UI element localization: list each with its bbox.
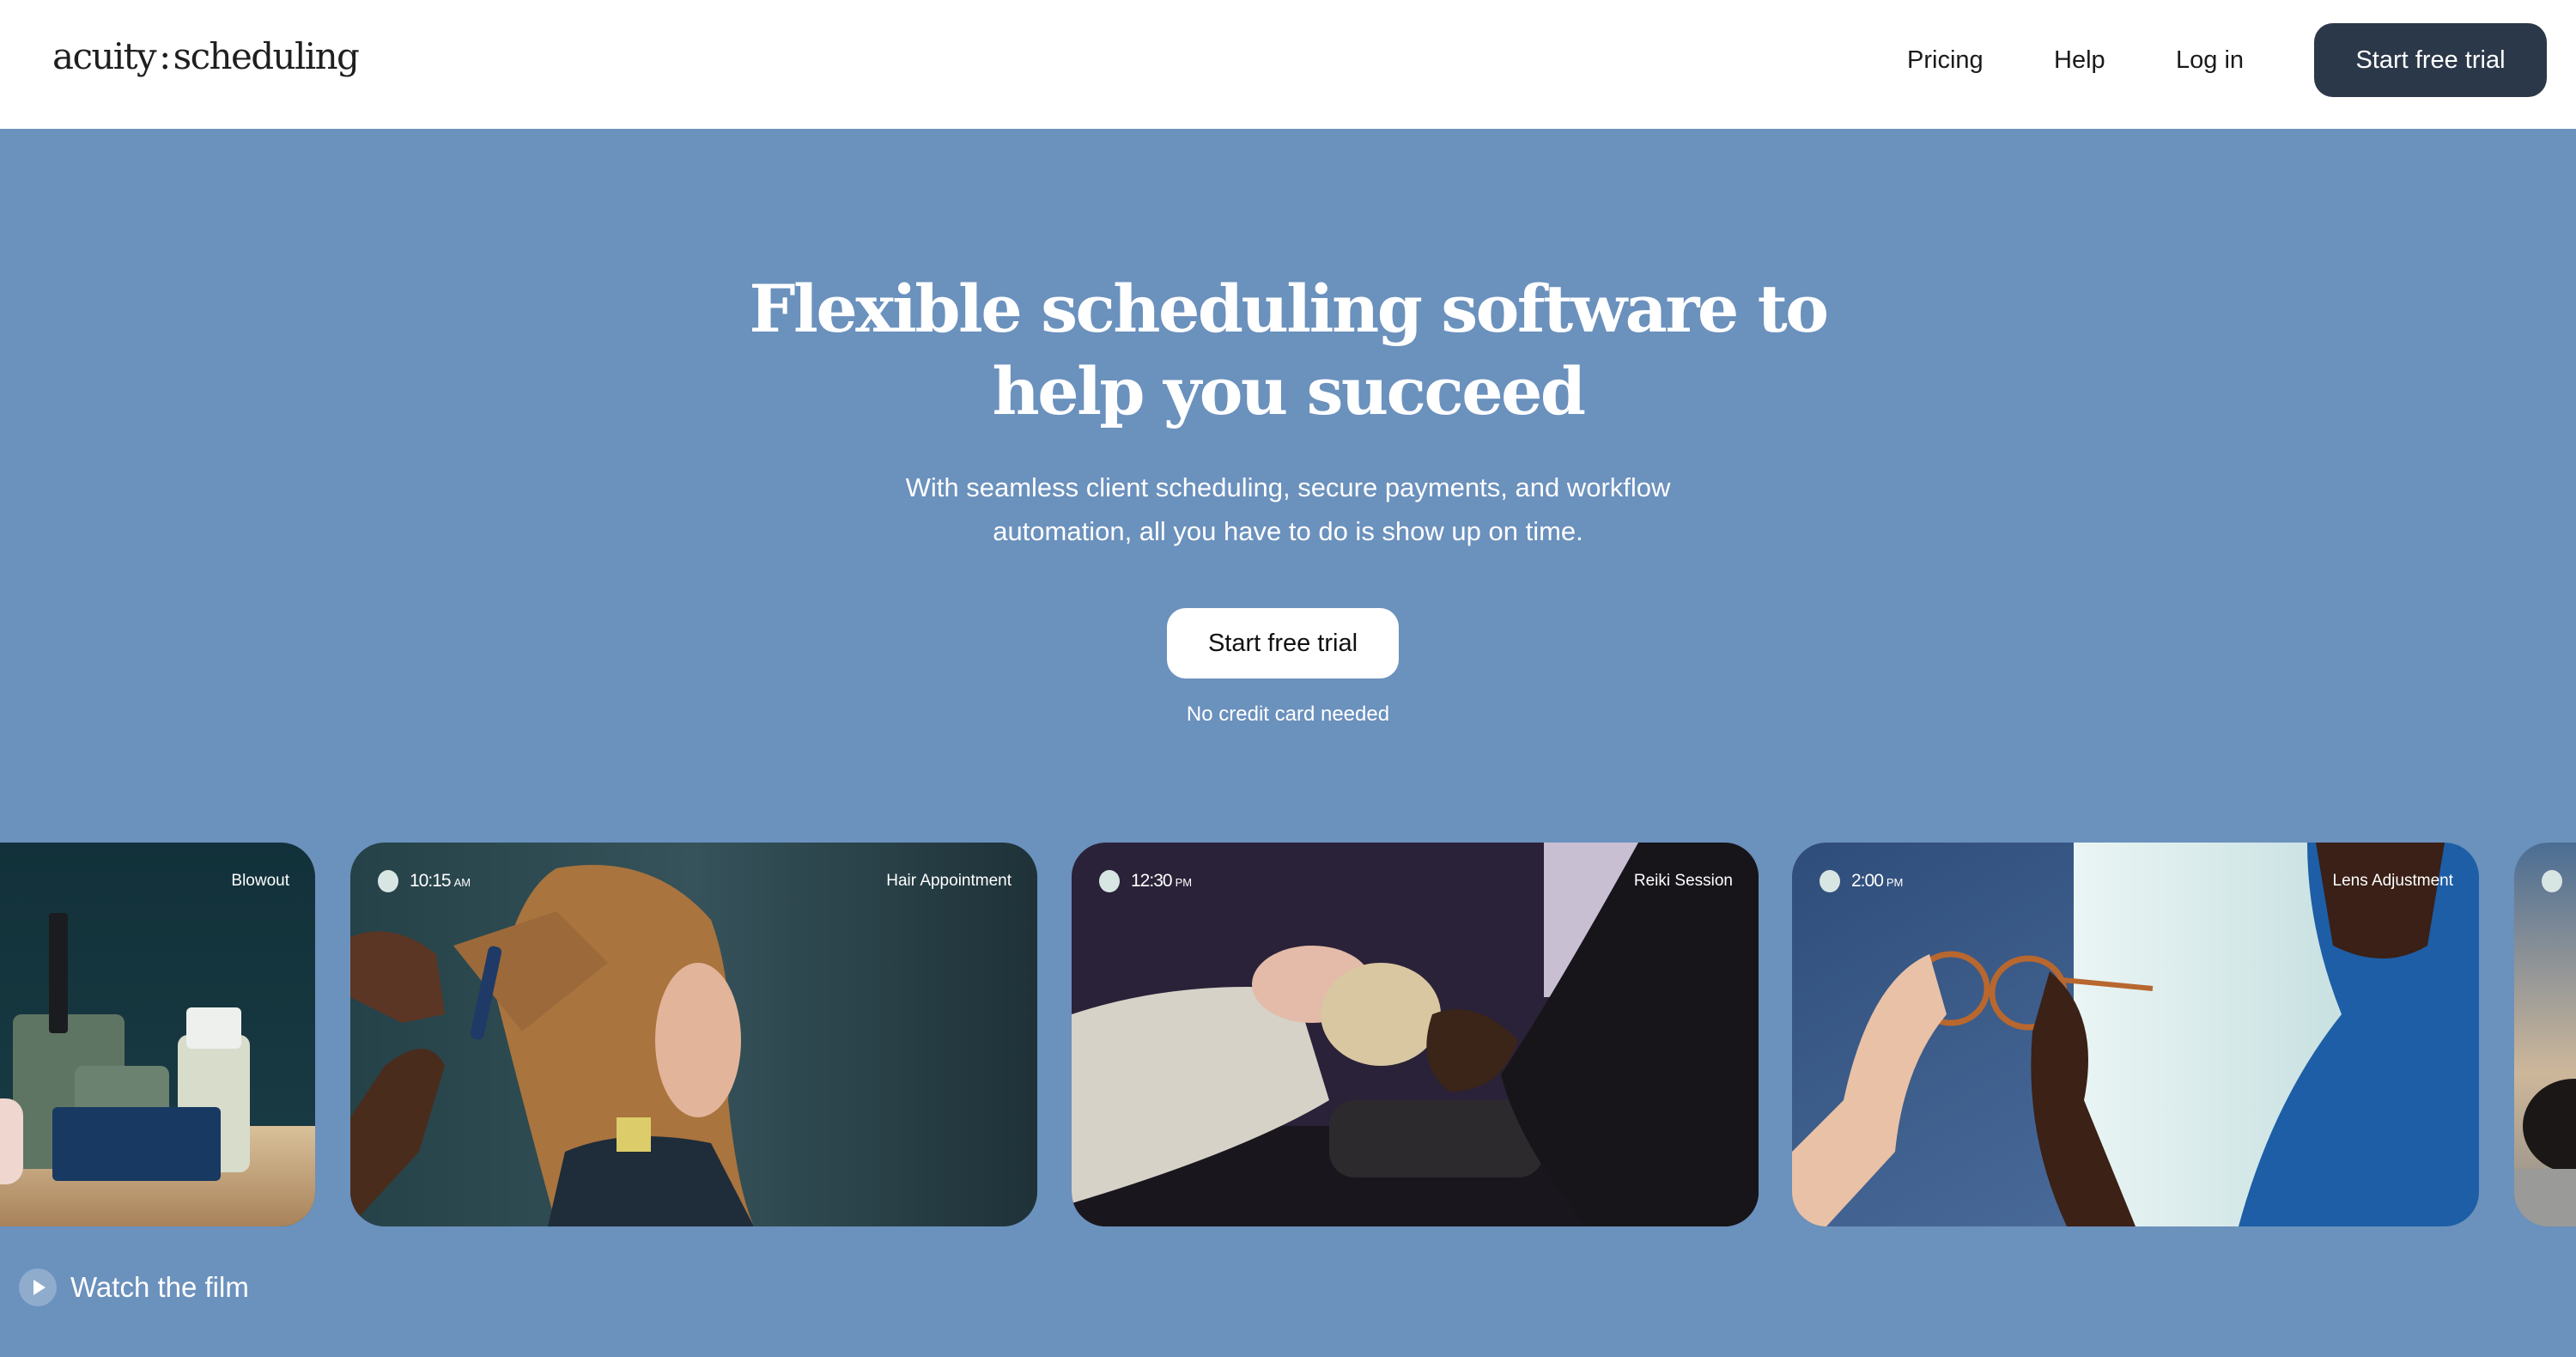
card-label: Reiki Session: [1633, 872, 1733, 890]
logo-colon: :: [159, 35, 171, 77]
hero-subtitle-line: automation, all you have to do is show u…: [993, 516, 1583, 546]
header-start-trial-button[interactable]: Start free trial: [2314, 23, 2547, 97]
hero-title: Flexible scheduling software to help you…: [0, 268, 2576, 433]
status-dot-icon: [2542, 870, 2562, 892]
status-dot-icon: [1820, 870, 1840, 892]
card-time: 12:30 PM: [1131, 869, 1192, 895]
card-time-ampm: PM: [1886, 876, 1904, 889]
play-icon: [19, 1269, 57, 1306]
nav-pricing-link[interactable]: Pricing: [1907, 43, 1984, 77]
reiki-session-image: [1072, 843, 1759, 1226]
hero-start-trial-button[interactable]: Start free trial: [1167, 608, 1399, 678]
status-dot-icon: [1099, 870, 1120, 892]
nav-help-link[interactable]: Help: [2054, 43, 2105, 77]
watch-film-label: Watch the film: [70, 1271, 249, 1303]
appointment-card-next[interactable]: [2514, 843, 2576, 1226]
card-time-ampm: PM: [1175, 876, 1193, 889]
logo[interactable]: acuity:scheduling: [52, 33, 360, 81]
card-time-value: 12:30: [1131, 871, 1173, 891]
card-label: Blowout: [231, 872, 289, 890]
appointment-card-blowout[interactable]: Blowout: [0, 843, 315, 1226]
logo-word-acuity: acuity: [52, 35, 157, 77]
hair-appointment-image: [350, 843, 1037, 1226]
status-dot-icon: [378, 870, 398, 892]
hero-subtitle-line: With seamless client scheduling, secure …: [905, 472, 1671, 502]
card-time-value: 10:15: [410, 871, 452, 891]
logo-word-scheduling: scheduling: [173, 35, 360, 77]
hero-title-line: Flexible scheduling software to: [749, 271, 1829, 347]
nav-login-link[interactable]: Log in: [2176, 43, 2244, 77]
hero-title-line: help you succeed: [992, 353, 1586, 429]
card-label: Lens Adjustment: [2332, 872, 2453, 890]
hero-subtitle: With seamless client scheduling, secure …: [0, 466, 2576, 553]
no-credit-card-note: No credit card needed: [1186, 703, 1390, 726]
next-appointment-image: [2514, 843, 2576, 1226]
appointment-card-lens[interactable]: 2:00 PM Lens Adjustment: [1792, 843, 2479, 1226]
appointment-card-reiki[interactable]: 12:30 PM Reiki Session: [1072, 843, 1759, 1226]
site-header: acuity:scheduling Pricing Help Log in St…: [0, 0, 2576, 129]
card-label: Hair Appointment: [886, 872, 1012, 890]
card-time: 2:00 PM: [1851, 869, 1903, 895]
appointment-card-hair[interactable]: 10:15 AM Hair Appointment: [350, 843, 1037, 1226]
card-time: 10:15 AM: [410, 869, 471, 895]
blowout-image: [0, 843, 315, 1226]
lens-adjustment-image: [1792, 843, 2479, 1226]
watch-film-button[interactable]: Watch the film: [19, 1269, 249, 1306]
card-time-value: 2:00: [1851, 871, 1884, 891]
card-time-ampm: AM: [453, 876, 471, 889]
